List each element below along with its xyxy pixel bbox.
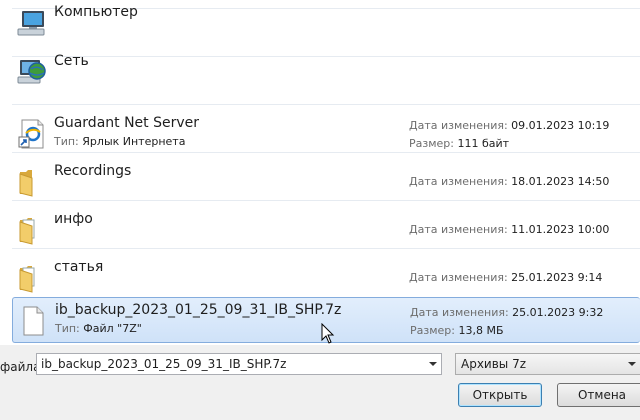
separator: [12, 248, 640, 249]
list-item-article[interactable]: статья Дата изменения: 25.01.2023 9:14: [12, 255, 640, 301]
folder-with-files-icon: [19, 266, 35, 293]
filename-value: ib_backup_2023_01_25_09_31_IB_SHP.7z: [41, 357, 287, 371]
file-list: Компьютер Сеть Guardant Net Server Тип: …: [0, 0, 640, 345]
cancel-button[interactable]: Отмена: [557, 383, 640, 407]
item-size: Размер: 111 байт: [409, 137, 510, 150]
item-name: Сеть: [54, 53, 89, 69]
item-date: Дата изменения: 18.01.2023 14:50: [409, 175, 610, 188]
item-name: инфо: [54, 211, 93, 227]
item-type: Тип: Файл "7Z": [55, 322, 142, 335]
chevron-down-icon[interactable]: [429, 362, 437, 366]
list-item-computer[interactable]: Компьютер: [12, 0, 640, 46]
chevron-down-icon[interactable]: [628, 362, 636, 366]
list-item-network[interactable]: Сеть: [12, 49, 640, 95]
item-date: Дата изменения: 09.01.2023 10:19: [409, 119, 610, 132]
mouse-cursor-icon: [321, 323, 335, 344]
list-item-info[interactable]: инфо Дата изменения: 11.01.2023 10:00: [12, 207, 640, 253]
folder-with-files-icon: [19, 218, 35, 245]
dialog-footer: файла: ib_backup_2023_01_25_09_31_IB_SHP…: [0, 345, 640, 420]
list-item-guardant-net-server[interactable]: Guardant Net Server Тип: Ярлык Интернета…: [12, 111, 640, 157]
file-type-filter-select[interactable]: Архивы 7z: [455, 353, 640, 375]
network-globe-icon: [17, 60, 46, 84]
separator: [12, 152, 640, 153]
folder-icon: [19, 170, 33, 197]
item-name: Guardant Net Server: [54, 115, 200, 131]
item-date: Дата изменения: 11.01.2023 10:00: [409, 223, 610, 236]
computer-icon: [17, 11, 45, 36]
item-name: статья: [54, 259, 104, 275]
item-type: Тип: Ярлык Интернета: [54, 135, 186, 148]
item-date: Дата изменения: 25.01.2023 9:32: [410, 306, 604, 319]
item-name: ib_backup_2023_01_25_09_31_IB_SHP.7z: [55, 302, 342, 318]
item-name: Recordings: [54, 163, 132, 179]
separator: [12, 200, 640, 201]
internet-shortcut-icon: [18, 119, 44, 149]
filename-input[interactable]: ib_backup_2023_01_25_09_31_IB_SHP.7z: [36, 353, 442, 375]
filter-value: Архивы 7z: [461, 357, 527, 371]
item-name: Компьютер: [54, 4, 138, 20]
separator: [12, 104, 640, 105]
item-size: Размер: 13,8 МБ: [410, 324, 504, 337]
item-date: Дата изменения: 25.01.2023 9:14: [409, 271, 603, 284]
list-item-recordings[interactable]: Recordings Дата изменения: 18.01.2023 14…: [12, 159, 640, 205]
open-button[interactable]: Открыть: [458, 383, 542, 407]
file-icon: [23, 306, 44, 336]
